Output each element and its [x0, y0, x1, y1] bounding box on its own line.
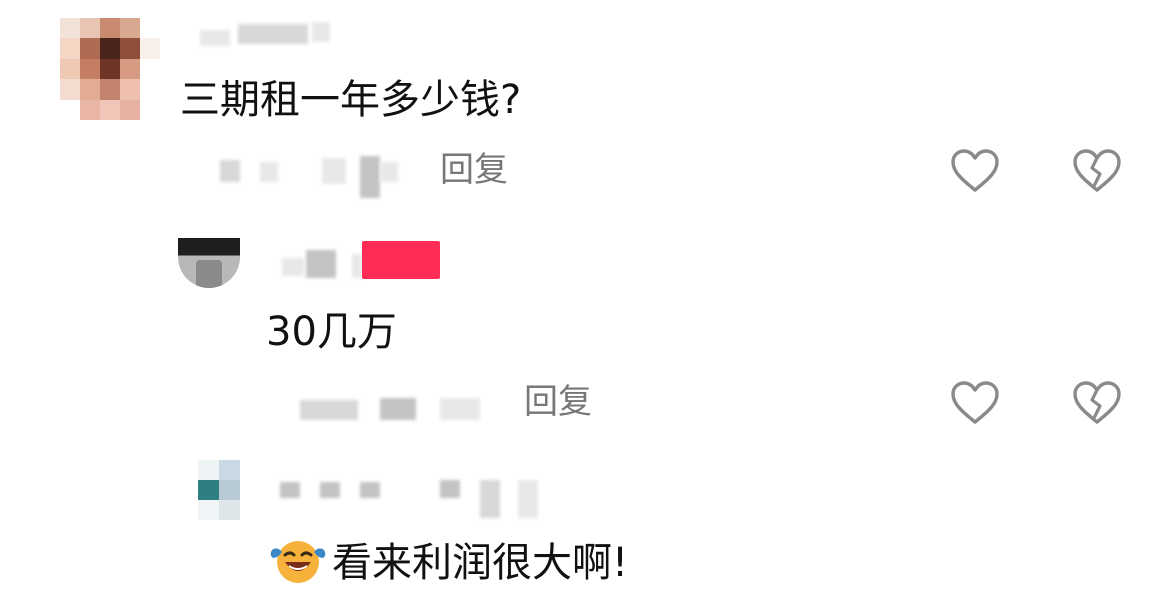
broken-heart-outline-icon[interactable]: [1072, 380, 1122, 426]
timestamp-blur: [360, 156, 380, 198]
timestamp-blur: [220, 160, 240, 182]
username-blur[interactable]: [360, 482, 380, 498]
username-blur[interactable]: [312, 22, 330, 42]
timestamp-blur: [260, 162, 278, 182]
username-blur[interactable]: [352, 254, 362, 278]
username-blur[interactable]: [518, 480, 538, 518]
username-blur[interactable]: [238, 24, 308, 44]
comment-text: 三期租一年多少钱?: [180, 77, 522, 123]
username-blur[interactable]: [280, 482, 300, 498]
username-blur[interactable]: [320, 482, 340, 498]
replier-avatar[interactable]: [198, 460, 240, 520]
commenter-avatar[interactable]: [60, 18, 160, 120]
author-badge: [362, 241, 440, 279]
username-blur[interactable]: [306, 250, 336, 278]
username-blur[interactable]: [480, 480, 500, 518]
timestamp-blur: [300, 400, 358, 420]
heart-outline-icon[interactable]: [950, 380, 1000, 426]
username-blur[interactable]: [200, 30, 230, 46]
timestamp-blur: [322, 158, 346, 184]
laughing-tears-emoji-icon: [270, 541, 326, 583]
timestamp-blur: [380, 162, 398, 182]
reply-button[interactable]: 回复: [524, 385, 592, 419]
timestamp-blur: [440, 398, 480, 420]
username-blur[interactable]: [440, 480, 460, 498]
username-blur[interactable]: [282, 258, 304, 276]
heart-outline-icon[interactable]: [950, 148, 1000, 194]
replier-avatar[interactable]: [178, 238, 240, 288]
comment-text: 看来利润很大啊!: [332, 540, 629, 586]
timestamp-blur: [380, 398, 416, 420]
comment-text: 30几万: [266, 309, 397, 355]
reply-button[interactable]: 回复: [440, 153, 508, 187]
broken-heart-outline-icon[interactable]: [1072, 148, 1122, 194]
